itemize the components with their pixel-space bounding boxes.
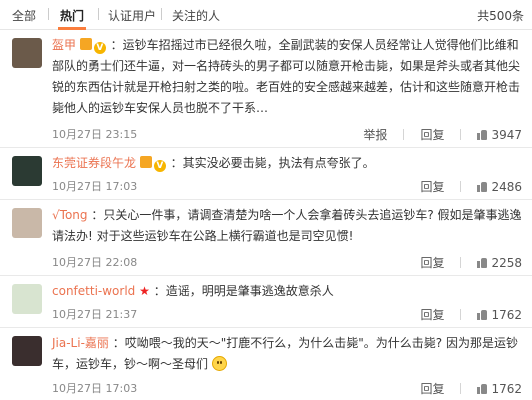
tab-verified[interactable]: 认证用户: [108, 7, 156, 24]
comment-meta: 10月27日 21:37 回复 1762: [52, 306, 522, 322]
like-count: 2486: [491, 180, 522, 194]
reply-link[interactable]: 回复: [420, 254, 444, 271]
report-link[interactable]: 举报: [363, 126, 387, 143]
comment-body: confetti-world ★ ：造谣，明明是肇事逃逸故意杀人: [52, 281, 522, 302]
tab-hot[interactable]: 热门: [60, 7, 84, 24]
comment-item: Jia-Li-嘉丽 ：哎呦喂～我的天～"打鹿不行么，为什么击毙"。为什么击毙? …: [0, 328, 532, 400]
tab-divider: [98, 8, 99, 20]
smile-emoji-icon: [211, 356, 227, 371]
avatar[interactable]: [12, 156, 42, 186]
comment-time: 10月27日 22:08: [52, 256, 138, 269]
username-link[interactable]: Jia-Li-嘉丽: [52, 336, 109, 350]
like-button[interactable]: 1762: [477, 308, 522, 322]
avatar[interactable]: [12, 284, 42, 314]
comment-meta: 10月27日 22:08 回复 2258: [52, 254, 522, 270]
action-divider: [460, 257, 462, 268]
comment-actions: 举报 回复 3947: [347, 126, 522, 143]
comment-actions: 回复 1762: [404, 306, 522, 323]
like-count: 2258: [491, 256, 522, 270]
avatar[interactable]: [12, 38, 42, 68]
comment-time: 10月27日 17:03: [52, 382, 138, 395]
thumbs-up-icon: [477, 258, 488, 268]
comment-meta: 10月27日 17:03 回复 2486: [52, 178, 522, 194]
thumbs-up-icon: [477, 384, 488, 394]
action-divider: [460, 181, 462, 192]
comment-time: 10月27日 23:15: [52, 128, 138, 141]
comment-body: 盔甲 V ：运钞车招摇过市已经很久啦，全副武装的安保人员经常让人觉得他们比维和部…: [52, 35, 522, 119]
thumbs-up-icon: [477, 310, 488, 320]
star-badge-icon: ★: [139, 284, 150, 298]
username-link[interactable]: 盔甲: [52, 38, 76, 52]
comment-actions: 回复 2486: [404, 178, 522, 195]
comment-time: 10月27日 21:37: [52, 308, 138, 321]
thumbs-up-icon: [477, 182, 488, 192]
username-link[interactable]: confetti-world: [52, 284, 135, 298]
vip-badge-icon: [139, 156, 152, 168]
tab-all[interactable]: 全部: [12, 7, 36, 24]
like-count: 3947: [491, 128, 522, 142]
reply-link[interactable]: 回复: [420, 306, 444, 323]
like-button[interactable]: 2258: [477, 256, 522, 270]
comment-text: ：造谣，明明是肇事逃逸故意杀人: [153, 284, 334, 298]
tab-divider: [161, 8, 162, 20]
username-link[interactable]: 东莞证券段午龙: [52, 156, 136, 170]
comment-text: ：哎呦喂～我的天～"打鹿不行么，为什么击毙"。为什么击毙? 因为那是运钞车，运钞…: [52, 336, 518, 371]
comment-actions: 回复 1762: [404, 380, 522, 397]
comment-item: confetti-world ★ ：造谣，明明是肇事逃逸故意杀人 10月27日 …: [0, 276, 532, 328]
total-count: 共500条: [477, 9, 524, 23]
action-divider: [403, 129, 405, 140]
comment-body: 东莞证券段午龙 V ：其实没必要击毙，执法有点夸张了。: [52, 153, 522, 174]
verified-badge-icon: V: [93, 42, 106, 54]
tab-divider: [48, 8, 49, 20]
reply-link[interactable]: 回复: [420, 126, 444, 143]
username-link[interactable]: √Tong: [52, 208, 88, 222]
like-button[interactable]: 2486: [477, 180, 522, 194]
comment-text: ：其实没必要击毙，执法有点夸张了。: [170, 156, 375, 170]
avatar[interactable]: [12, 336, 42, 366]
comment-meta: 10月27日 17:03 回复 1762: [52, 380, 522, 396]
like-count: 1762: [491, 308, 522, 322]
comment-body: Jia-Li-嘉丽 ：哎呦喂～我的天～"打鹿不行么，为什么击毙"。为什么击毙? …: [52, 333, 522, 375]
action-divider: [460, 309, 462, 320]
like-button[interactable]: 3947: [477, 128, 522, 142]
like-count: 1762: [491, 382, 522, 396]
comment-item: √Tong ：只关心一件事，请调查清楚为啥一个人会拿着砖头去追运钞车? 假如是肇…: [0, 200, 532, 276]
vip-badge-icon: [79, 38, 92, 50]
avatar[interactable]: [12, 208, 42, 238]
tab-following[interactable]: 关注的人: [172, 7, 220, 24]
action-divider: [460, 129, 462, 140]
comment-item: 东莞证券段午龙 V ：其实没必要击毙，执法有点夸张了。 10月27日 17:03…: [0, 148, 532, 200]
comment-text: ：运钞车招摇过市已经很久啦，全副武装的安保人员经常让人觉得他们比维和部队的勇士们…: [52, 38, 521, 115]
comment-time: 10月27日 17:03: [52, 180, 138, 193]
comment-meta: 10月27日 23:15 举报 回复 3947: [52, 126, 522, 142]
reply-link[interactable]: 回复: [420, 178, 444, 195]
comment-item: 盔甲 V ：运钞车招摇过市已经很久啦，全副武装的安保人员经常让人觉得他们比维和部…: [0, 30, 532, 148]
verified-badge-icon: V: [153, 160, 166, 172]
like-button[interactable]: 1762: [477, 382, 522, 396]
comment-tabs: 全部 热门 认证用户 关注的人 共500条: [0, 0, 532, 30]
thumbs-up-icon: [477, 130, 488, 140]
comment-text: ：只关心一件事，请调查清楚为啥一个人会拿着砖头去追运钞车? 假如是肇事逃逸请法办…: [52, 208, 522, 243]
reply-link[interactable]: 回复: [420, 380, 444, 397]
comment-body: √Tong ：只关心一件事，请调查清楚为啥一个人会拿着砖头去追运钞车? 假如是肇…: [52, 205, 522, 247]
comment-actions: 回复 2258: [404, 254, 522, 271]
action-divider: [460, 383, 462, 394]
